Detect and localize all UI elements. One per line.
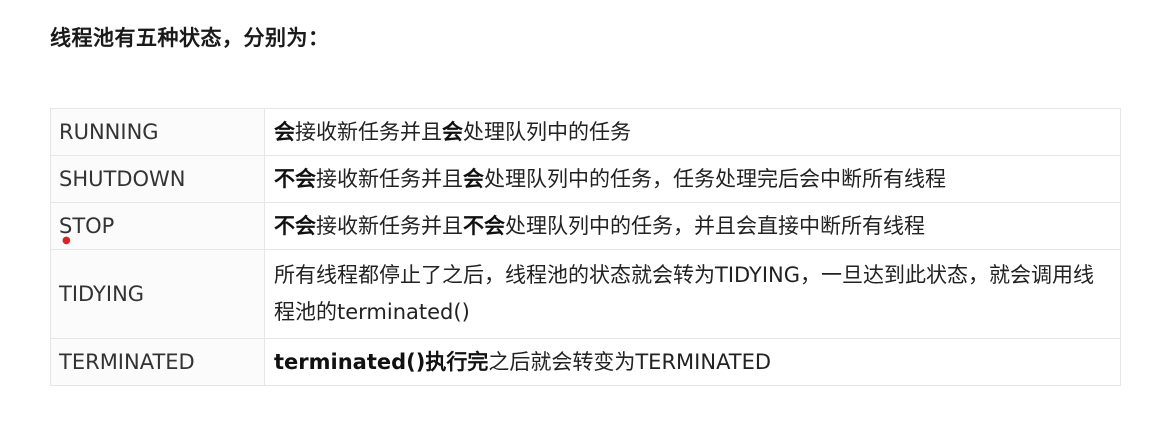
thread-pool-state-table: RUNNING 会接收新任务并且会处理队列中的任务 SHUTDOWN 不会接收新… (50, 108, 1121, 386)
table-row: TERMINATED terminated()执行完之后就会转变为TERMINA… (50, 338, 1121, 386)
state-name-cell: TERMINATED (50, 338, 265, 386)
desc-segment: 会 (463, 167, 484, 191)
desc-segment: 会 (442, 120, 463, 144)
desc-segment: 不会 (463, 214, 505, 238)
desc-segment: 之后就会转变为TERMINATED (488, 350, 772, 374)
table-row: RUNNING 会接收新任务并且会处理队列中的任务 (50, 108, 1121, 156)
state-name-cell: STOP (50, 202, 265, 250)
table-row: TIDYING 所有线程都停止了之后，线程池的状态就会转为TIDYING，一旦达… (50, 249, 1121, 339)
table-row: STOP 不会接收新任务并且不会处理队列中的任务，并且会直接中断所有线程 (50, 202, 1121, 250)
state-description-cell: 不会接收新任务并且不会处理队列中的任务，并且会直接中断所有线程 (264, 202, 1121, 250)
desc-segment: 接收新任务并且 (316, 214, 463, 238)
cursor-marker-icon: ● (62, 235, 71, 246)
state-description-cell: terminated()执行完之后就会转变为TERMINATED (264, 338, 1121, 386)
desc-segment: 所有线程都停止了之后，线程池的状态就会转为TIDYING，一旦达到此状态，就会调… (274, 263, 1095, 324)
desc-segment: 处理队列中的任务 (463, 120, 631, 144)
state-description-cell: 不会接收新任务并且会处理队列中的任务，任务处理完后会中断所有线程 (264, 155, 1121, 203)
state-description-cell: 会接收新任务并且会处理队列中的任务 (264, 108, 1121, 156)
desc-segment: 会 (274, 120, 295, 144)
table-row: SHUTDOWN 不会接收新任务并且会处理队列中的任务，任务处理完后会中断所有线… (50, 155, 1121, 203)
desc-segment: 不会 (274, 214, 316, 238)
desc-segment: 接收新任务并且 (316, 167, 463, 191)
desc-segment: terminated()执行完 (274, 350, 489, 374)
state-name-cell: TIDYING (50, 249, 265, 339)
state-name-cell: RUNNING (50, 108, 265, 156)
state-description-cell: 所有线程都停止了之后，线程池的状态就会转为TIDYING，一旦达到此状态，就会调… (264, 249, 1121, 339)
page-title: 线程池有五种状态，分别为： (50, 26, 330, 50)
desc-segment: 不会 (274, 167, 316, 191)
state-name-cell: SHUTDOWN (50, 155, 265, 203)
desc-segment: 接收新任务并且 (295, 120, 442, 144)
desc-segment: 处理队列中的任务，并且会直接中断所有线程 (505, 214, 925, 238)
desc-segment: 处理队列中的任务，任务处理完后会中断所有线程 (484, 167, 946, 191)
